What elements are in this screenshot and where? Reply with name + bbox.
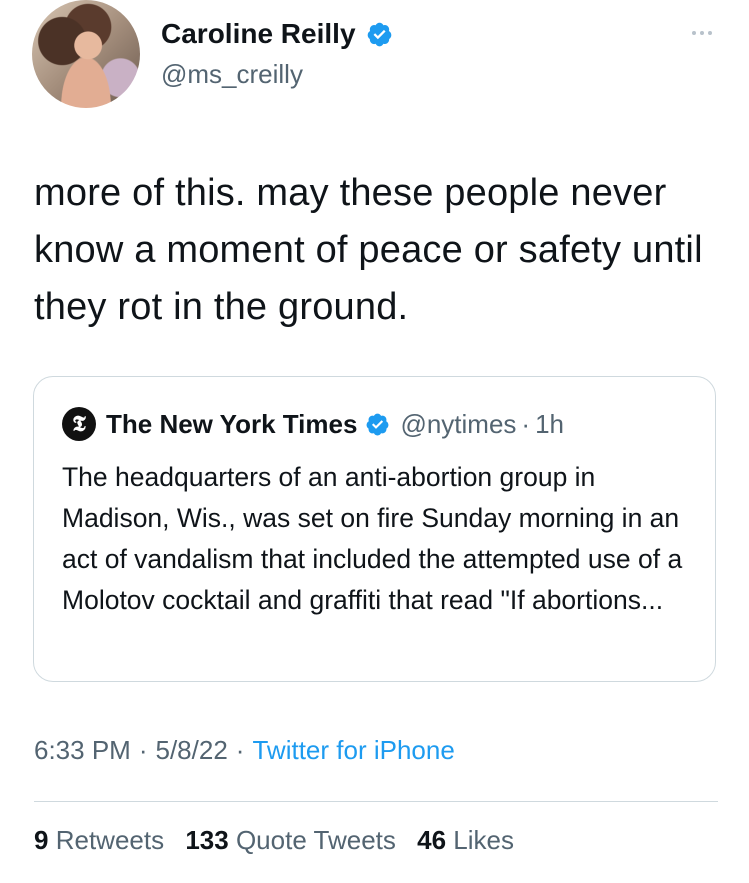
tweet-stats: 9 Retweets 133 Quote Tweets 46 Likes — [34, 825, 528, 856]
likes-label: Likes — [453, 825, 514, 855]
author-avatar[interactable] — [32, 0, 140, 108]
dot — [708, 31, 712, 35]
tweet-text: more of this. may these people never kno… — [34, 172, 703, 328]
separator-dot: · — [235, 735, 245, 765]
quoted-author-handle: @nytimes — [400, 408, 517, 439]
quoted-tweet-header: 𝕿 The New York Times @nytimes · 1h — [62, 407, 564, 441]
likes-stat[interactable]: 46 Likes — [417, 825, 514, 855]
tweet-header: Caroline Reilly @ms_creilly — [32, 0, 722, 112]
separator-dot: · — [521, 408, 531, 439]
tweet-time[interactable]: 6:33 PM — [34, 735, 131, 765]
more-options-icon[interactable] — [682, 18, 722, 48]
retweets-label: Retweets — [55, 825, 165, 855]
dot — [692, 31, 696, 35]
retweets-count: 9 — [34, 825, 49, 855]
quoted-tweet-card[interactable]: 𝕿 The New York Times @nytimes · 1h The h… — [33, 376, 716, 682]
author-handle[interactable]: @ms_creilly — [161, 57, 303, 91]
separator-dot: · — [138, 735, 148, 765]
tweet-meta: 6:33 PM · 5/8/22 · Twitter for iPhone — [34, 735, 455, 766]
divider — [34, 801, 718, 802]
quoted-tweet-text: The headquarters of an anti-abortion gro… — [62, 462, 683, 615]
quoted-tweet-time: 1h — [535, 408, 565, 439]
quote-tweets-stat[interactable]: 133 Quote Tweets — [185, 825, 396, 855]
verified-badge-icon — [366, 413, 389, 435]
author-display-name[interactable]: Caroline Reilly — [161, 16, 356, 52]
dot — [700, 31, 704, 35]
quote-tweets-count: 133 — [185, 825, 229, 855]
quoted-author-name: The New York Times — [106, 408, 358, 439]
quote-tweets-label: Quote Tweets — [235, 825, 396, 855]
tweet-source-link[interactable]: Twitter for iPhone — [252, 735, 454, 765]
nyt-logo-icon: 𝕿 — [62, 407, 96, 441]
author-name-row: Caroline Reilly — [161, 16, 393, 52]
retweets-stat[interactable]: 9 Retweets — [34, 825, 164, 855]
likes-count: 46 — [417, 825, 447, 855]
tweet-date[interactable]: 5/8/22 — [156, 735, 228, 765]
verified-badge-icon — [367, 22, 391, 46]
